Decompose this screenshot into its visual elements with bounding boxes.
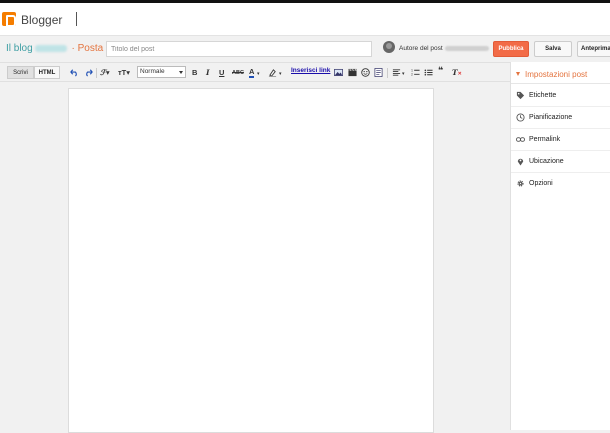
- sidebar-item-label: Opzioni: [529, 180, 553, 187]
- editor-canvas: [0, 83, 510, 433]
- write-mode-button[interactable]: Scrivi: [7, 66, 34, 79]
- text-color-icon[interactable]: A: [249, 67, 255, 78]
- underline-icon[interactable]: U: [219, 67, 224, 78]
- insert-video-icon[interactable]: [348, 68, 357, 77]
- paragraph-format-value: Normale: [140, 68, 165, 75]
- appbar-divider: [76, 12, 77, 26]
- sidebar-item-label: Permalink: [529, 136, 561, 143]
- blog-name-redacted: [34, 45, 67, 52]
- italic-icon[interactable]: I: [206, 67, 210, 78]
- sidebar-item-location[interactable]: Ubicazione: [511, 152, 610, 173]
- editor-toolbar: Scrivi HTML ℱ▾ ᴛT▾ Normale B I U ABC A ▾…: [0, 62, 510, 82]
- sidebar-item-options[interactable]: Opzioni: [511, 174, 610, 195]
- chevron-down-icon: [179, 71, 183, 74]
- align-icon[interactable]: [392, 68, 401, 77]
- breadcrumb: Il blog · Posta: [6, 43, 103, 54]
- bold-icon[interactable]: B: [192, 67, 197, 78]
- sidebar-item-schedule[interactable]: Pianificazione: [511, 108, 610, 129]
- html-mode-button[interactable]: HTML: [34, 66, 60, 79]
- sidebar-item-label: Pianificazione: [529, 114, 573, 121]
- blogger-logo-icon[interactable]: [2, 12, 16, 27]
- toolbar-separator: [96, 68, 97, 78]
- location-pin-icon: [517, 158, 524, 166]
- font-family-icon[interactable]: ℱ▾: [100, 67, 110, 78]
- redo-icon[interactable]: [84, 68, 93, 77]
- breadcrumb-current: Posta: [77, 43, 104, 54]
- preview-button[interactable]: Anteprima: [577, 41, 610, 57]
- save-button[interactable]: Salva: [534, 41, 572, 57]
- chevron-down-icon[interactable]: ▾: [257, 69, 260, 80]
- publish-button[interactable]: Pubblica: [493, 41, 529, 57]
- sidebar-item-label: Etichette: [529, 92, 557, 99]
- post-settings-title: Impostazioni post: [525, 70, 588, 79]
- insert-emoji-icon[interactable]: [361, 68, 370, 77]
- blog-name-link[interactable]: Il blog: [6, 43, 33, 54]
- quote-icon[interactable]: ❝: [438, 65, 443, 76]
- clear-formatting-icon[interactable]: T✕: [452, 67, 462, 80]
- highlight-color-icon[interactable]: [268, 68, 277, 77]
- toolbar-separator: [387, 68, 388, 78]
- brand-name[interactable]: Blogger: [21, 13, 62, 27]
- author-name-redacted: [444, 45, 489, 51]
- clock-icon: [516, 113, 525, 122]
- tag-icon: [516, 91, 525, 100]
- gear-icon: [517, 180, 524, 187]
- author-label: Autore del post: [399, 45, 443, 52]
- caret-down-icon: [516, 72, 520, 76]
- author-info[interactable]: Autore del post: [399, 45, 489, 52]
- post-settings-panel: Impostazioni post Etichette Pianificazio…: [510, 62, 610, 430]
- insert-link-button[interactable]: Inserisci link: [291, 67, 330, 74]
- undo-icon[interactable]: [70, 68, 79, 77]
- font-size-icon[interactable]: ᴛT▾: [118, 67, 130, 78]
- svg-text:2: 2: [411, 73, 413, 77]
- post-title-input[interactable]: [106, 41, 372, 57]
- post-body-editor[interactable]: [68, 88, 434, 433]
- sidebar-item-label: Ubicazione: [529, 158, 564, 165]
- chevron-down-icon[interactable]: ▾: [402, 69, 405, 80]
- sidebar-item-labels[interactable]: Etichette: [511, 86, 610, 107]
- numbered-list-icon[interactable]: 12: [411, 68, 420, 77]
- chevron-down-icon[interactable]: ▾: [279, 69, 282, 80]
- paragraph-format-select[interactable]: Normale: [137, 66, 186, 78]
- bullet-list-icon[interactable]: [424, 68, 433, 77]
- breadcrumb-separator: ·: [71, 43, 75, 54]
- link-icon: [516, 137, 525, 142]
- post-settings-header[interactable]: Impostazioni post: [511, 65, 610, 84]
- sidebar-item-permalink[interactable]: Permalink: [511, 130, 610, 151]
- post-header-bar: Il blog · Posta Autore del post Pubblica…: [0, 37, 610, 61]
- app-bar: Blogger: [0, 3, 610, 36]
- strikethrough-icon[interactable]: ABC: [232, 68, 244, 79]
- insert-image-icon[interactable]: [334, 68, 343, 77]
- insert-jump-break-icon[interactable]: [374, 68, 383, 77]
- author-avatar[interactable]: [383, 41, 395, 53]
